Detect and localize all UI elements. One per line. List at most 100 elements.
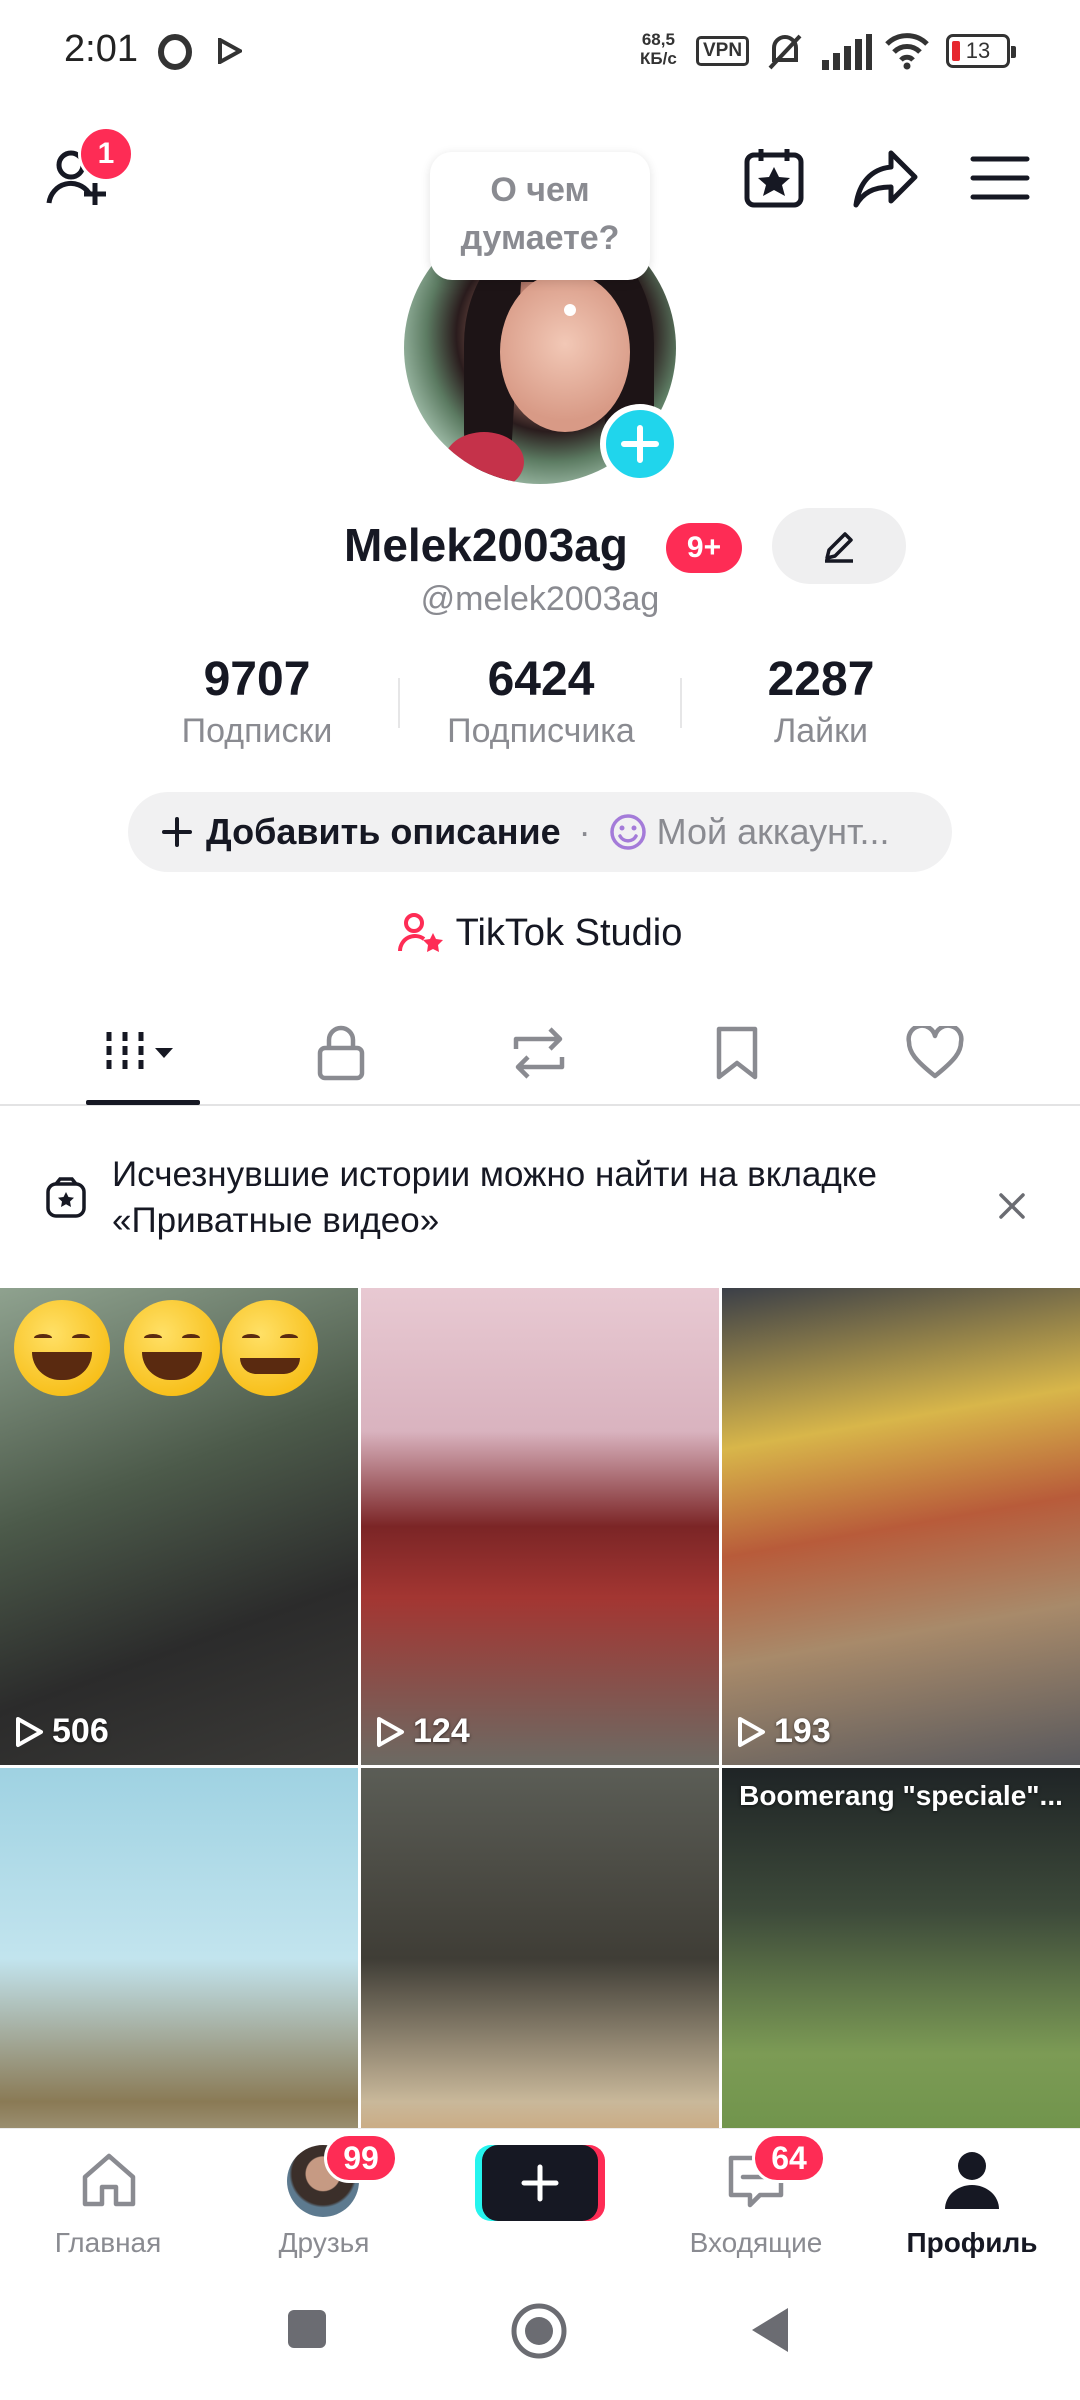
view-count: 124 (375, 1712, 470, 1751)
sweat-smile-emoji (14, 1300, 110, 1396)
bottom-nav: Главная 99 Друзья 64 Входящие Профиль (0, 2128, 1080, 2258)
friends-request-badge: 1 (78, 126, 134, 182)
view-count: 193 (736, 1712, 831, 1751)
stat-divider (680, 678, 682, 728)
private-stories-notice: Исчезнувшие истории можно найти на вклад… (0, 1108, 1080, 1288)
menu-icon (970, 156, 1030, 200)
stat-label: Подписчика (447, 712, 635, 750)
video-thumbnail[interactable]: 193 (722, 1288, 1080, 1765)
tab-videos[interactable] (44, 1000, 242, 1106)
creator-star-icon (397, 913, 443, 952)
vpn-indicator: VPN (696, 36, 750, 66)
plus-icon (621, 425, 659, 463)
calendar-button[interactable] (736, 140, 812, 216)
back-icon[interactable] (748, 2304, 792, 2356)
profile-username: Melek2003ag (344, 519, 628, 571)
nav-inbox-label: Входящие (689, 2227, 823, 2258)
share-icon (853, 150, 918, 208)
bookmark-icon (716, 1026, 758, 1080)
play-icon (16, 1716, 43, 1747)
grid-icon (106, 1032, 173, 1074)
tab-reposts[interactable] (440, 1000, 638, 1106)
add-story-button[interactable] (600, 404, 680, 484)
home-circle-icon[interactable] (510, 2302, 568, 2360)
my-account-button[interactable]: Мой аккаунт... (609, 811, 890, 853)
play-icon (377, 1716, 404, 1747)
nav-home[interactable]: Главная (8, 2141, 208, 2259)
edit-profile-button[interactable] (772, 508, 906, 584)
stat-followers[interactable]: 6424 Подписчика (426, 652, 656, 754)
smiley-icon (609, 814, 646, 850)
my-account-label: Мой аккаунт... (656, 811, 890, 852)
menu-button[interactable] (962, 140, 1038, 216)
opera-icon (158, 34, 192, 70)
recents-icon[interactable] (286, 2308, 328, 2350)
bio-separator: · (578, 811, 591, 852)
plus-icon (162, 817, 192, 847)
signal-icon (822, 34, 872, 70)
net-speed: 68,5 КБ/с (640, 30, 677, 68)
nav-inbox[interactable]: 64 Входящие (656, 2133, 856, 2259)
view-count: 506 (14, 1712, 109, 1751)
repost-icon (513, 1027, 565, 1079)
tab-liked[interactable] (836, 1000, 1034, 1106)
video-thumbnail[interactable]: 506 (0, 1288, 358, 1765)
add-friend-button[interactable]: 1 (40, 126, 134, 216)
stat-value: 9707 (203, 653, 311, 706)
battery-indicator: 13 (946, 34, 1016, 68)
nav-friends[interactable]: 99 Друзья (224, 2133, 424, 2259)
video-thumbnail[interactable]: 124 (361, 1288, 719, 1765)
share-profile-button[interactable] (848, 140, 924, 216)
nav-profile[interactable]: Профиль (872, 2141, 1072, 2259)
status-bar: 2:01 68,5 КБ/с VPN 13 (0, 0, 1080, 106)
heart-icon (906, 1026, 964, 1079)
thought-bubble-tail (564, 304, 576, 316)
sweat-smile-emoji (124, 1300, 220, 1396)
nav-home-label: Главная (54, 2227, 162, 2258)
calendar-star-icon (744, 149, 804, 208)
profile-icon (945, 2152, 999, 2209)
nav-profile-label: Профиль (906, 2227, 1038, 2258)
tab-private[interactable] (242, 1000, 440, 1106)
wifi-icon (885, 33, 929, 70)
stat-divider (398, 678, 400, 728)
tiktok-studio-label: TikTok Studio (455, 911, 683, 954)
stat-value: 2287 (767, 653, 875, 706)
tab-favorites[interactable] (638, 1000, 836, 1106)
story-archive-icon (46, 1177, 86, 1218)
system-navigation-bar (0, 2258, 1080, 2400)
tiktok-studio-link[interactable]: TikTok Studio (0, 898, 1080, 968)
video-grid: 506 124 193 Boomerang "speciale"... (0, 1288, 1080, 2245)
stat-label: Лайки (773, 712, 869, 750)
stat-following[interactable]: 9707 Подписки (142, 652, 372, 754)
play-store-icon (218, 38, 242, 64)
active-tab-indicator (86, 1100, 200, 1105)
mute-icon (768, 34, 802, 70)
status-time: 2:01 (64, 28, 138, 70)
create-button[interactable] (482, 2145, 598, 2221)
notifications-badge[interactable]: 9+ (666, 523, 742, 573)
bio-pill: Добавить описание · Мой аккаунт... (128, 792, 952, 872)
add-bio-label: Добавить описание (206, 811, 561, 852)
friends-badge: 99 (324, 2133, 398, 2183)
profile-stats: 9707 Подписки 6424 Подписчика 2287 Лайки (0, 652, 1080, 762)
video-caption: Boomerang "speciale"... (739, 1780, 1063, 1811)
hearts-emoji (222, 1300, 318, 1396)
plus-icon (521, 2164, 559, 2202)
pencil-icon (825, 532, 853, 563)
name-row: Melek2003ag 9+ (0, 508, 1080, 584)
nav-friends-label: Друзья (278, 2227, 370, 2258)
content-tabs (0, 1000, 1080, 1106)
home-icon (82, 2153, 136, 2207)
stat-likes[interactable]: 2287 Лайки (706, 652, 936, 754)
close-icon[interactable] (998, 1192, 1026, 1220)
profile-handle: @melek2003ag (420, 580, 660, 618)
stat-label: Подписки (181, 712, 333, 750)
stat-value: 6424 (487, 653, 595, 706)
notice-text: Исчезнувшие истории можно найти на вклад… (112, 1155, 877, 1240)
lock-icon (317, 1025, 365, 1081)
play-icon (738, 1716, 765, 1747)
add-bio-button[interactable]: Добавить описание (162, 811, 561, 853)
thought-bubble[interactable]: О чем думаете? (430, 152, 650, 280)
inbox-badge: 64 (752, 2133, 826, 2183)
